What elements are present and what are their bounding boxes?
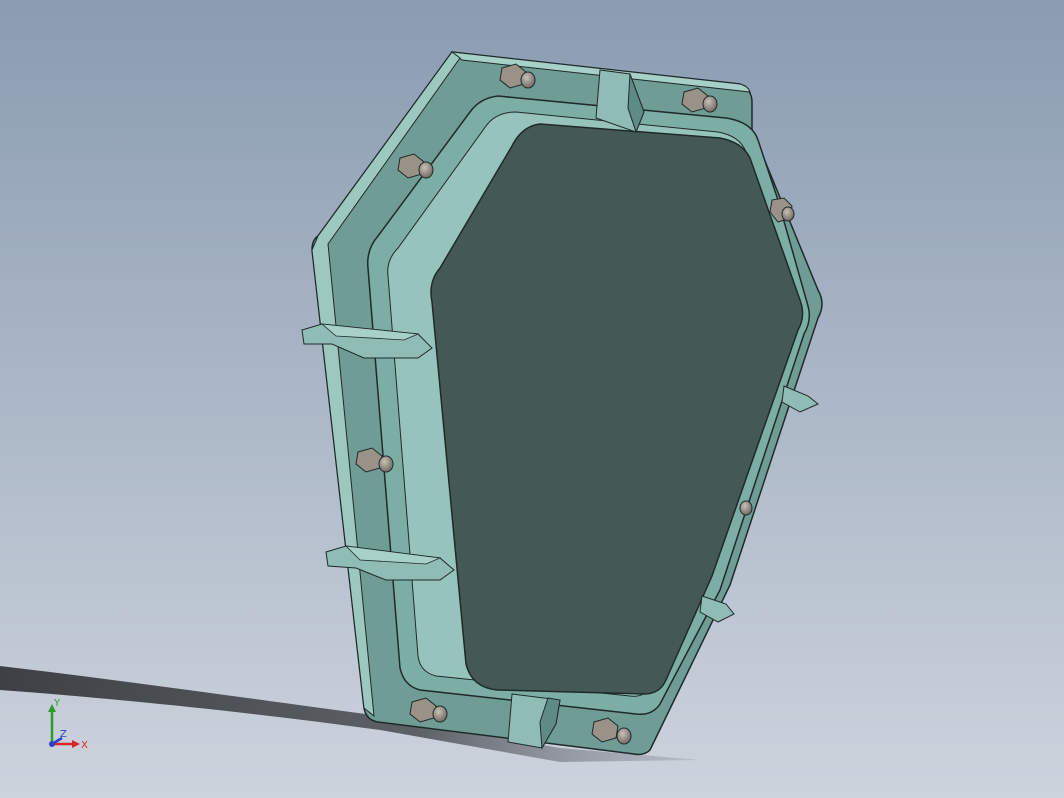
x-axis-arrow	[72, 740, 80, 748]
reference-triad: Y X Z	[48, 698, 88, 751]
z-axis-label: Z	[60, 729, 67, 740]
y-axis-label: Y	[53, 698, 61, 709]
x-axis-label: X	[81, 740, 88, 751]
bolt-right-lower[interactable]	[739, 500, 753, 516]
graphics-viewport[interactable]: Y X Z	[0, 0, 1064, 798]
model-view[interactable]	[0, 0, 1064, 798]
triad-origin	[49, 741, 55, 747]
